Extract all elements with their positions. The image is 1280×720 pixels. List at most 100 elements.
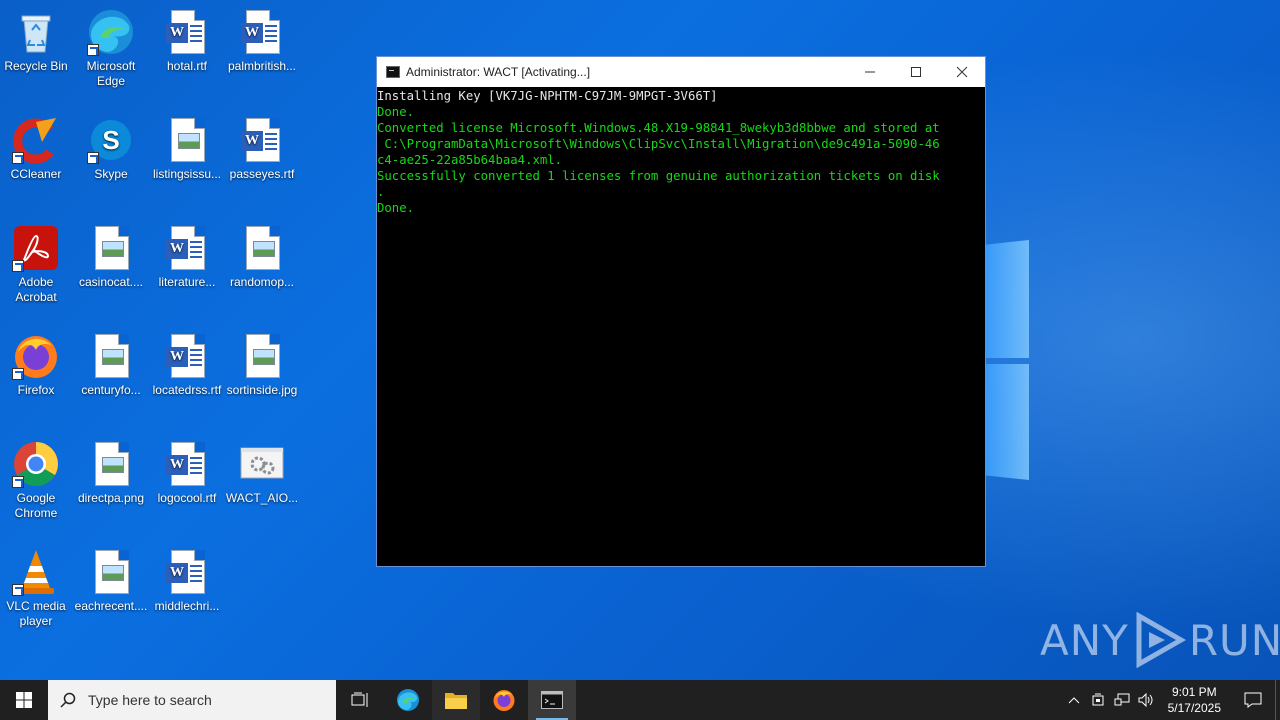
icon-label: centuryfo... (81, 383, 141, 397)
console-line: Successfully converted 1 licenses from g… (377, 169, 940, 183)
console-line: Done. (377, 105, 415, 119)
desktop-icon-hotal[interactable]: W hotal.rtf (149, 8, 225, 74)
icon-label: casinocat.... (78, 275, 144, 289)
task-view-button[interactable] (336, 680, 384, 720)
taskbar-cmd-button[interactable] (528, 680, 576, 720)
show-hidden-icons-button[interactable] (1062, 696, 1086, 704)
desktop-icon-adobe-acrobat[interactable]: Adobe Acrobat (0, 224, 74, 305)
desktop-icon-directpa[interactable]: directpa.png (73, 440, 149, 506)
desktop-icon-eachrecent[interactable]: eachrecent.... (73, 548, 149, 614)
desktop-icon-centuryfo[interactable]: centuryfo... (73, 332, 149, 398)
desktop-icon-vlc[interactable]: VLC media player (0, 548, 74, 629)
icon-label: CCleaner (10, 167, 62, 181)
image-file-icon (87, 548, 135, 596)
icon-label: directpa.png (77, 491, 145, 505)
firefox-icon (12, 332, 60, 380)
icon-label: middlechri... (154, 599, 220, 613)
taskbar-clock[interactable]: 9:01 PM 5/17/2025 (1158, 684, 1231, 716)
close-button[interactable] (939, 57, 985, 87)
icon-label: passeyes.rtf (229, 167, 295, 181)
icon-label: Skype (94, 167, 128, 181)
taskbar-file-explorer-button[interactable] (432, 680, 480, 720)
icon-label: Firefox (17, 383, 55, 397)
desktop-icon-palmbritish[interactable]: W palmbritish... (224, 8, 300, 74)
settings-file-icon (238, 440, 286, 488)
icon-label: Adobe Acrobat (15, 275, 57, 304)
cmd-app-icon (386, 66, 400, 78)
cmd-titlebar[interactable]: Administrator: WACT [Activating...] (377, 57, 985, 87)
word-doc-icon: W (163, 548, 211, 596)
icon-label: eachrecent.... (74, 599, 148, 613)
icon-label: palmbritish... (227, 59, 297, 73)
maximize-button[interactable] (893, 57, 939, 87)
icon-label: listingsissu... (152, 167, 222, 181)
minimize-icon (865, 71, 875, 73)
ccleaner-icon (12, 116, 60, 164)
taskbar-firefox-button[interactable] (480, 680, 528, 720)
anyrun-watermark: ANY RUN (1040, 612, 1280, 668)
desktop-icon-firefox[interactable]: Firefox (0, 332, 74, 398)
minimize-button[interactable] (847, 57, 893, 87)
desktop-icon-passeyes[interactable]: W passeyes.rtf (224, 116, 300, 182)
cmd-window-title: Administrator: WACT [Activating...] (406, 65, 591, 79)
clock-time: 9:01 PM (1171, 685, 1217, 699)
task-view-icon (351, 692, 368, 707)
watermark-text-right: RUN (1188, 615, 1280, 665)
desktop-icon-casinocat[interactable]: casinocat.... (73, 224, 149, 290)
icon-label: literature... (158, 275, 216, 289)
tray-network-button[interactable] (1110, 693, 1134, 707)
skype-icon: S (87, 116, 135, 164)
acrobat-icon (12, 224, 60, 272)
console-line: C:\ProgramData\Microsoft\Windows\ClipSvc… (377, 137, 940, 151)
desktop-icon-microsoft-edge[interactable]: Microsoft Edge (73, 8, 149, 89)
tray-device-button[interactable] (1086, 693, 1110, 707)
show-desktop-button[interactable] (1275, 680, 1280, 720)
chevron-up-icon (1068, 697, 1079, 704)
desktop-icon-logocool[interactable]: W logocool.rtf (149, 440, 225, 506)
desktop-icon-randomop[interactable]: randomop... (224, 224, 300, 290)
icon-label: Recycle Bin (4, 59, 68, 73)
image-file-icon (87, 224, 135, 272)
console-line: c4-ae25-22a85b64baa4.xml. (377, 153, 563, 167)
chrome-icon (12, 440, 60, 488)
desktop-icon-ccleaner[interactable]: CCleaner (0, 116, 74, 182)
icon-label: randomop... (229, 275, 295, 289)
watermark-text-left: ANY (1040, 615, 1129, 665)
icon-label: Google Chrome (14, 491, 58, 520)
cmd-window[interactable]: Administrator: WACT [Activating...] Inst… (376, 56, 986, 567)
icon-label: logocool.rtf (157, 491, 217, 505)
desktop-icon-skype[interactable]: S Skype (73, 116, 149, 182)
console-line: Installing Key [VK7JG-NPHTM-C97JM-9MPGT-… (377, 89, 718, 103)
search-icon (48, 692, 88, 708)
image-file-icon (238, 332, 286, 380)
desktop-icon-listingsissu[interactable]: listingsissu... (149, 116, 225, 182)
maximize-icon (911, 67, 921, 77)
console-line: . (377, 185, 385, 199)
start-button[interactable] (0, 680, 48, 720)
taskbar-search-box[interactable]: Type here to search (48, 680, 336, 720)
desktop-icon-literature[interactable]: W literature... (149, 224, 225, 290)
close-icon (956, 66, 968, 78)
icon-label: locatedrss.rtf (152, 383, 222, 397)
taskbar: Type here to search 9:01 PM 5/17/2025 (0, 680, 1280, 720)
icon-label: hotal.rtf (166, 59, 208, 73)
console-output[interactable]: Installing Key [VK7JG-NPHTM-C97JM-9MPGT-… (377, 87, 985, 216)
action-center-button[interactable] (1231, 692, 1275, 708)
desktop-icon-wact-aio[interactable]: WACT_AIO... (224, 440, 300, 506)
folder-icon (445, 693, 467, 709)
desktop-icon-google-chrome[interactable]: Google Chrome (0, 440, 74, 521)
image-file-icon (87, 440, 135, 488)
taskbar-edge-button[interactable] (384, 680, 432, 720)
firefox-icon (493, 690, 515, 711)
image-file-icon (87, 332, 135, 380)
icon-label: VLC media player (6, 599, 66, 628)
console-line: Converted license Microsoft.Windows.48.X… (377, 121, 940, 135)
play-logo-icon (1136, 612, 1186, 668)
tray-volume-button[interactable] (1134, 693, 1158, 707)
edge-icon (397, 689, 419, 711)
desktop-icon-middlechri[interactable]: W middlechri... (149, 548, 225, 614)
desktop-icon-locatedrss[interactable]: W locatedrss.rtf (149, 332, 225, 398)
search-placeholder: Type here to search (88, 692, 212, 708)
desktop-icon-sortinside[interactable]: sortinside.jpg (224, 332, 300, 398)
desktop-icon-recycle-bin[interactable]: Recycle Bin (0, 8, 74, 74)
